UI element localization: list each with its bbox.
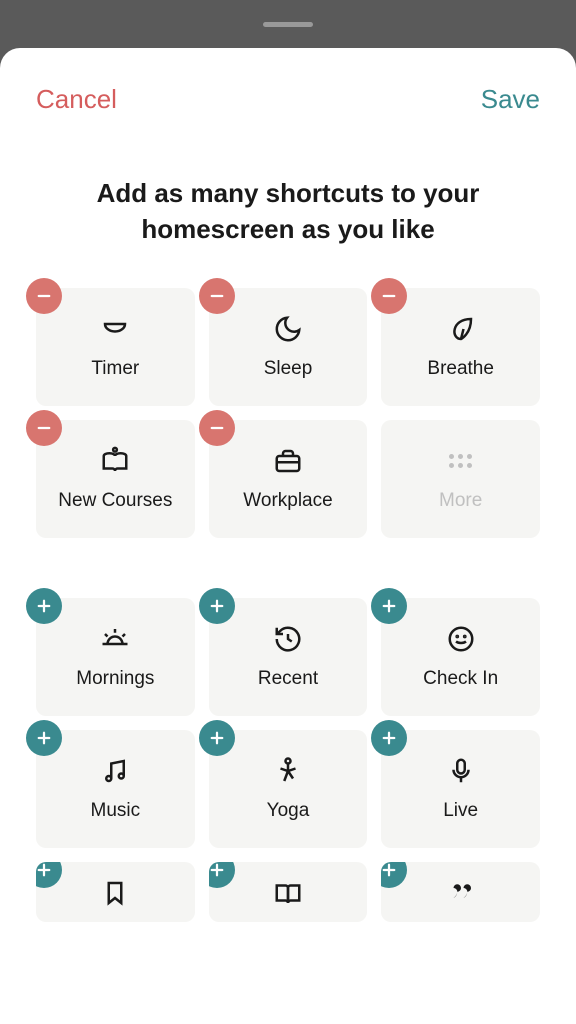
plus-icon [208, 597, 226, 615]
add-badge[interactable] [36, 862, 62, 888]
save-button[interactable]: Save [481, 84, 540, 115]
shortcut-tile-quote[interactable] [381, 862, 540, 922]
shortcut-tile-recent[interactable]: Recent [209, 598, 368, 716]
add-badge[interactable] [26, 588, 62, 624]
tile-label: Live [443, 800, 478, 822]
selected-shortcuts-grid: Timer Sleep Breathe [0, 288, 576, 538]
shortcut-tile-check-in[interactable]: Check In [381, 598, 540, 716]
cancel-button[interactable]: Cancel [36, 84, 117, 115]
mic-icon [446, 756, 476, 786]
tile-label: Mornings [76, 668, 154, 690]
shortcut-tile-music[interactable]: Music [36, 730, 195, 848]
smile-icon [446, 624, 476, 654]
add-badge[interactable] [199, 588, 235, 624]
plus-icon [36, 862, 53, 879]
quote-icon [446, 878, 476, 908]
shortcut-tile-more: More [381, 420, 540, 538]
yoga-icon [273, 756, 303, 786]
tile-label: More [439, 490, 482, 512]
add-badge[interactable] [199, 720, 235, 756]
available-shortcuts-grid: Mornings Recent Check In [0, 598, 576, 922]
shortcut-tile-timer[interactable]: Timer [36, 288, 195, 406]
sunrise-icon [100, 624, 130, 654]
shortcut-tile-breathe[interactable]: Breathe [381, 288, 540, 406]
modal-sheet: Cancel Save Add as many shortcuts to you… [0, 48, 576, 1024]
history-icon [273, 624, 303, 654]
tile-label: New Courses [58, 490, 172, 512]
add-badge[interactable] [26, 720, 62, 756]
minus-icon [35, 287, 53, 305]
add-badge[interactable] [371, 588, 407, 624]
leaf-icon [446, 314, 476, 344]
music-icon [100, 756, 130, 786]
shortcut-tile-sleep[interactable]: Sleep [209, 288, 368, 406]
plus-icon [35, 729, 53, 747]
shortcut-tile-book[interactable] [209, 862, 368, 922]
plus-icon [381, 862, 398, 879]
shortcut-tile-mornings[interactable]: Mornings [36, 598, 195, 716]
shortcut-tile-live[interactable]: Live [381, 730, 540, 848]
tile-label: Timer [91, 358, 139, 380]
plus-icon [35, 597, 53, 615]
tile-label: Sleep [264, 358, 313, 380]
briefcase-icon [273, 446, 303, 476]
minus-icon [208, 419, 226, 437]
timer-icon [100, 314, 130, 344]
remove-badge[interactable] [199, 410, 235, 446]
remove-badge[interactable] [371, 278, 407, 314]
dots-icon [446, 446, 476, 476]
shortcut-tile-yoga[interactable]: Yoga [209, 730, 368, 848]
tile-label: Music [91, 800, 141, 822]
remove-badge[interactable] [199, 278, 235, 314]
sheet-handle [263, 22, 313, 27]
plus-icon [208, 729, 226, 747]
page-title: Add as many shortcuts to your homescreen… [0, 115, 576, 288]
shortcut-tile-bookmark[interactable] [36, 862, 195, 922]
plus-icon [380, 597, 398, 615]
tile-label: Breathe [427, 358, 494, 380]
add-badge[interactable] [371, 720, 407, 756]
modal-header: Cancel Save [0, 48, 576, 115]
tile-label: Workplace [243, 490, 332, 512]
tile-label: Recent [258, 668, 318, 690]
minus-icon [380, 287, 398, 305]
moon-icon [273, 314, 303, 344]
shortcut-tile-workplace[interactable]: Workplace [209, 420, 368, 538]
add-badge[interactable] [381, 862, 407, 888]
remove-badge[interactable] [26, 278, 62, 314]
tile-label: Yoga [267, 800, 310, 822]
plus-icon [380, 729, 398, 747]
book-icon [273, 878, 303, 908]
minus-icon [208, 287, 226, 305]
bookmark-icon [100, 878, 130, 908]
remove-badge[interactable] [26, 410, 62, 446]
minus-icon [35, 419, 53, 437]
add-badge[interactable] [209, 862, 235, 888]
plus-icon [209, 862, 226, 879]
shortcut-tile-new-courses[interactable]: New Courses [36, 420, 195, 538]
book-open-icon [100, 446, 130, 476]
tile-label: Check In [423, 668, 498, 690]
